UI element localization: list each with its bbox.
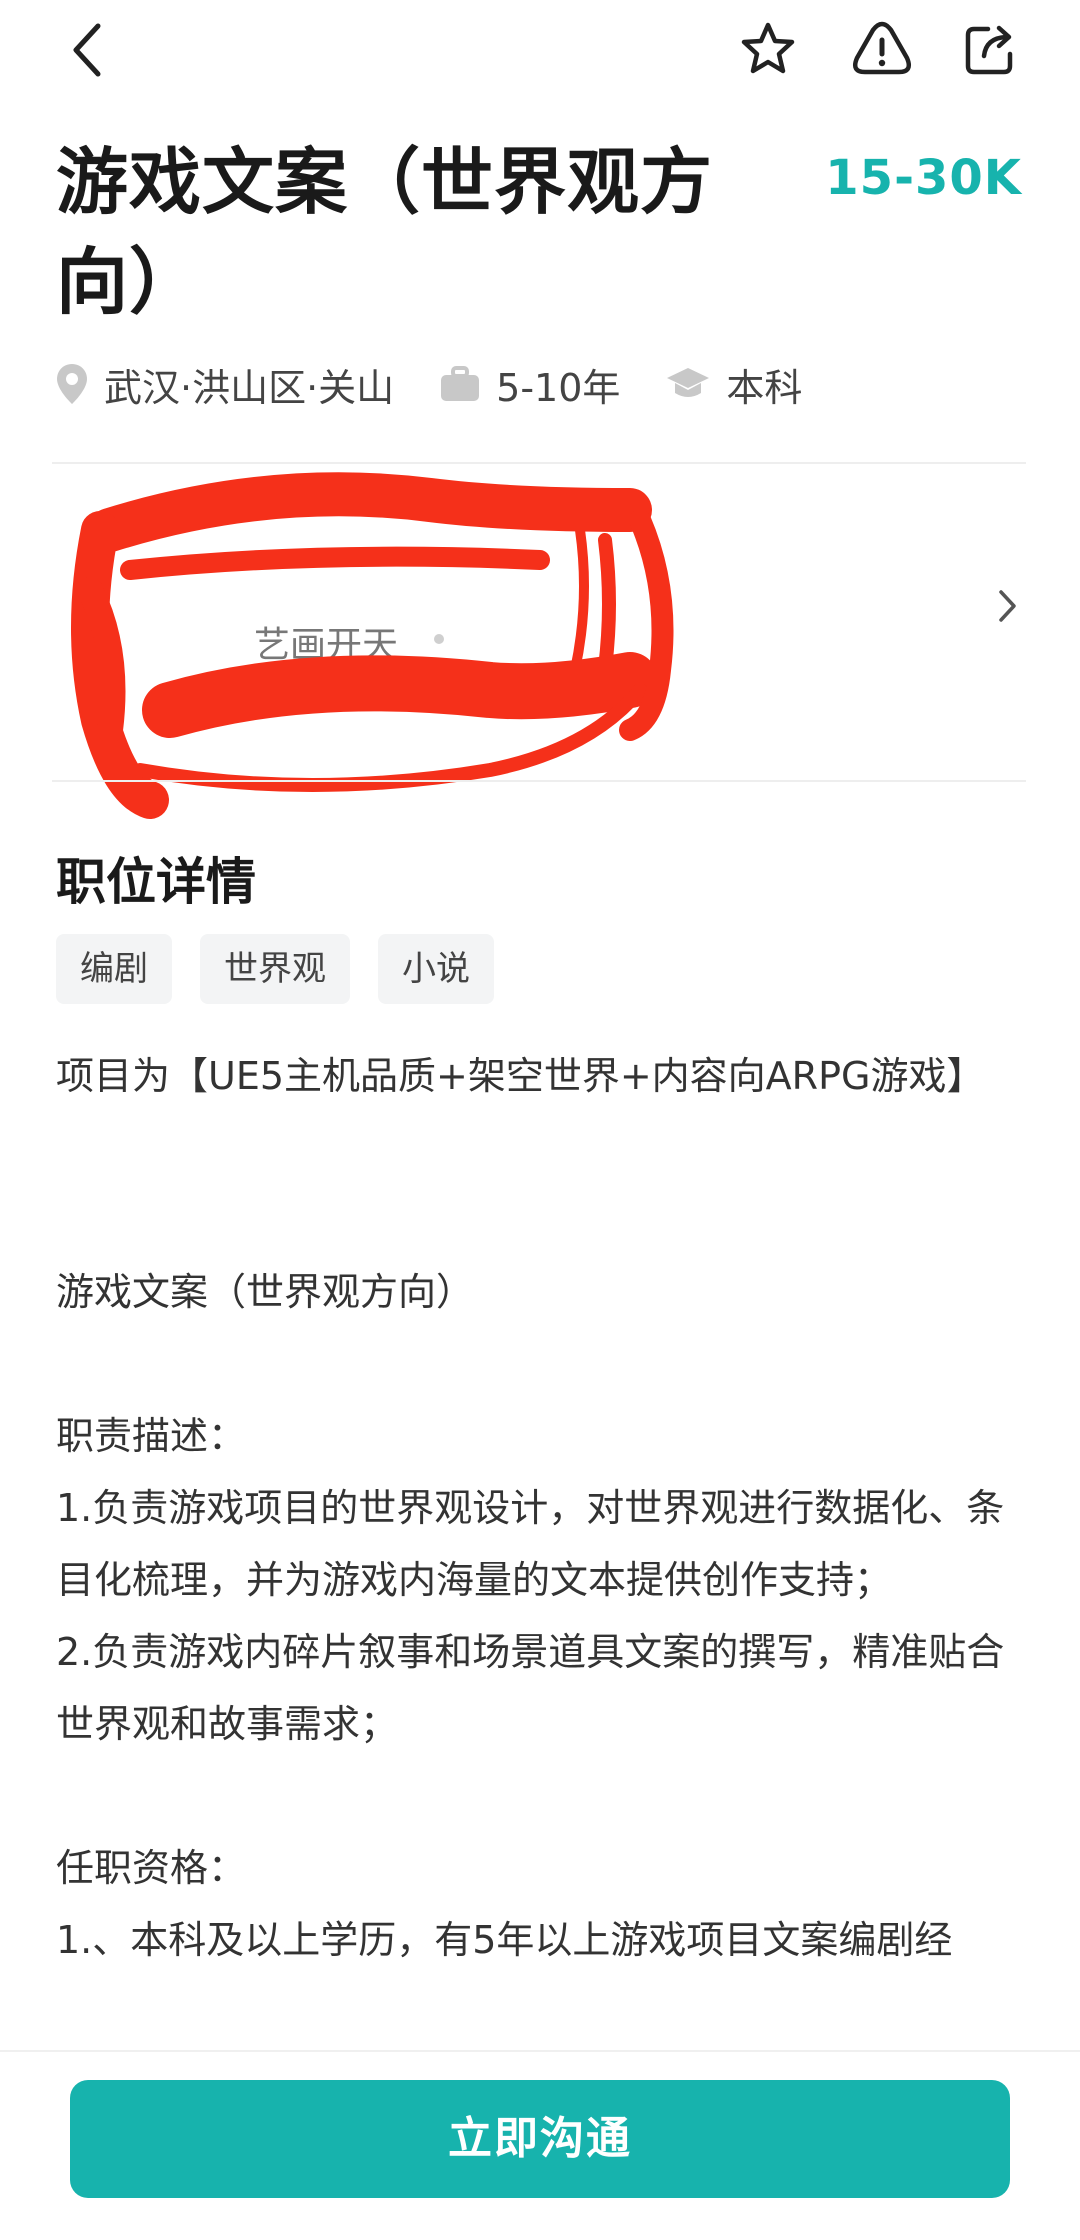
chevron-right-icon (996, 586, 1020, 630)
experience-text: 5-10年 (496, 365, 621, 410)
bottom-action-bar: 立即沟通 (0, 2050, 1080, 2240)
share-icon (965, 25, 1013, 75)
skill-tag: 编剧 (56, 934, 172, 1004)
report-button[interactable] (842, 10, 922, 90)
back-arrow-icon (73, 23, 101, 77)
share-button[interactable] (950, 10, 1030, 90)
divider (52, 780, 1026, 782)
location-pin-icon (57, 364, 87, 404)
education-text: 本科 (726, 365, 803, 410)
warning-icon (853, 21, 911, 75)
skill-tag: 世界观 (200, 934, 350, 1004)
divider (52, 462, 1026, 464)
education-info: 本科 (666, 357, 802, 412)
section-title: 职位详情 (56, 853, 256, 911)
skill-tags: 编剧 世界观 小说 (56, 934, 522, 1004)
location-info: 武汉·洪山区·关山 (56, 357, 394, 412)
back-button[interactable] (48, 10, 128, 90)
job-title: 游戏文案（世界观方向） (56, 140, 714, 324)
job-meta-row: 武汉·洪山区·关山 5-10年 本科 (56, 356, 848, 412)
graduation-cap-icon (667, 368, 710, 397)
experience-info: 5-10年 (440, 357, 620, 412)
location-text: 武汉·洪山区·关山 (104, 365, 395, 410)
job-description: 项目为【UE5主机品质+架空世界+内容向ARPG游戏】 游戏文案（世界观方向） … (56, 1054, 1005, 1962)
briefcase-icon (441, 366, 480, 401)
skill-tag: 小说 (378, 934, 494, 1004)
favorite-button[interactable] (728, 10, 808, 90)
chat-now-button[interactable]: 立即沟通 (70, 2080, 1010, 2198)
star-icon (741, 22, 795, 74)
redaction-scribble (71, 472, 674, 819)
top-bar (0, 0, 1080, 110)
salary-range: 15-30K (825, 150, 1022, 206)
